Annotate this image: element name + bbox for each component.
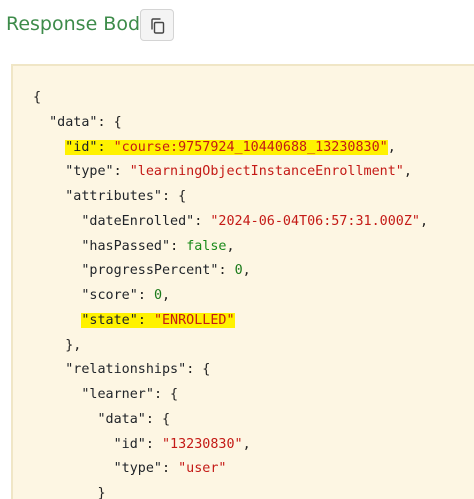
code-line: "id": "13230830",	[33, 433, 428, 458]
code-line: {	[33, 86, 428, 111]
json-key: "id"	[65, 139, 98, 155]
json-punct: : {	[145, 411, 171, 427]
json-punct: :	[194, 213, 211, 229]
code-line: }	[33, 482, 428, 499]
json-literal: 0	[234, 263, 243, 279]
code-line: "learner": {	[33, 383, 428, 408]
json-punct: : {	[186, 362, 211, 378]
json-key: "dateEnrolled"	[81, 213, 195, 229]
json-punct: ,	[162, 288, 171, 303]
json-punct: {	[33, 90, 42, 105]
json-punct: :	[97, 139, 114, 155]
code-line: "score": 0,	[33, 284, 428, 309]
copy-icon	[151, 18, 165, 34]
code-line: "progressPercent": 0,	[33, 259, 428, 284]
json-punct: ,	[242, 263, 251, 279]
json-string: "13230830"	[162, 436, 243, 452]
json-punct: :	[137, 288, 154, 303]
json-punct: ,	[419, 213, 429, 229]
json-punct: : {	[162, 189, 187, 204]
json-punct: ,	[226, 238, 235, 254]
section-title: Response Body	[6, 13, 152, 35]
json-punct: : {	[97, 114, 122, 130]
code-line: "data": {	[33, 111, 428, 136]
json-key: "type"	[65, 164, 114, 180]
code-line: "state": "ENROLLED"	[33, 309, 428, 334]
json-literal: false	[186, 238, 227, 254]
json-punct: ,	[242, 436, 251, 452]
json-punct: ,	[403, 164, 412, 180]
json-punct: }	[97, 486, 106, 499]
json-punct: :	[113, 164, 130, 180]
code-line: "dateEnrolled": "2024-06-04T06:57:31.000…	[33, 210, 428, 235]
json-punct: :	[170, 238, 187, 254]
json-string: "user"	[178, 461, 227, 477]
json-key: "hasPassed"	[81, 238, 171, 254]
json-key: "learner"	[81, 387, 154, 402]
json-punct: :	[218, 263, 235, 279]
copy-button[interactable]	[140, 9, 174, 41]
json-key: "id"	[113, 436, 146, 452]
response-header: Response Body	[0, 0, 474, 52]
json-code-block: { "data": { "id": "course:9757924_104406…	[33, 86, 428, 499]
json-punct: : {	[153, 387, 179, 402]
json-punct: :	[162, 461, 179, 477]
json-punct: :	[145, 436, 162, 452]
json-punct: ,	[387, 139, 396, 155]
json-key: "relationships"	[65, 362, 187, 378]
json-string: "ENROLLED"	[153, 312, 235, 328]
json-key: "data"	[49, 114, 98, 130]
response-body-panel[interactable]: { "data": { "id": "course:9757924_104406…	[11, 64, 474, 499]
json-key: "attributes"	[65, 189, 162, 204]
json-string: "course:9757924_10440688_13230830"	[113, 139, 388, 155]
code-line: },	[33, 334, 428, 359]
json-string: "learningObjectInstanceEnrollment"	[129, 164, 404, 180]
json-string: "2024-06-04T06:57:31.000Z"	[210, 213, 420, 229]
json-key: "data"	[97, 411, 146, 427]
code-line: "relationships": {	[33, 358, 428, 383]
highlighted-text: "state": "ENROLLED"	[81, 312, 235, 328]
code-line: "type": "user"	[33, 457, 428, 482]
highlighted-text: "id": "course:9757924_10440688_13230830"	[65, 139, 388, 155]
json-key: "state"	[81, 312, 138, 328]
json-punct: },	[65, 337, 82, 353]
code-line: "type": "learningObjectInstanceEnrollmen…	[33, 160, 428, 185]
code-line: "attributes": {	[33, 185, 428, 210]
json-key: "score"	[81, 288, 138, 303]
code-line: "hasPassed": false,	[33, 235, 428, 260]
json-punct: :	[137, 312, 154, 328]
code-line: "data": {	[33, 408, 428, 433]
json-key: "type"	[113, 461, 162, 477]
json-literal: 0	[153, 288, 162, 303]
json-key: "progressPercent"	[81, 263, 219, 279]
code-line: "id": "course:9757924_10440688_13230830"…	[33, 136, 428, 161]
